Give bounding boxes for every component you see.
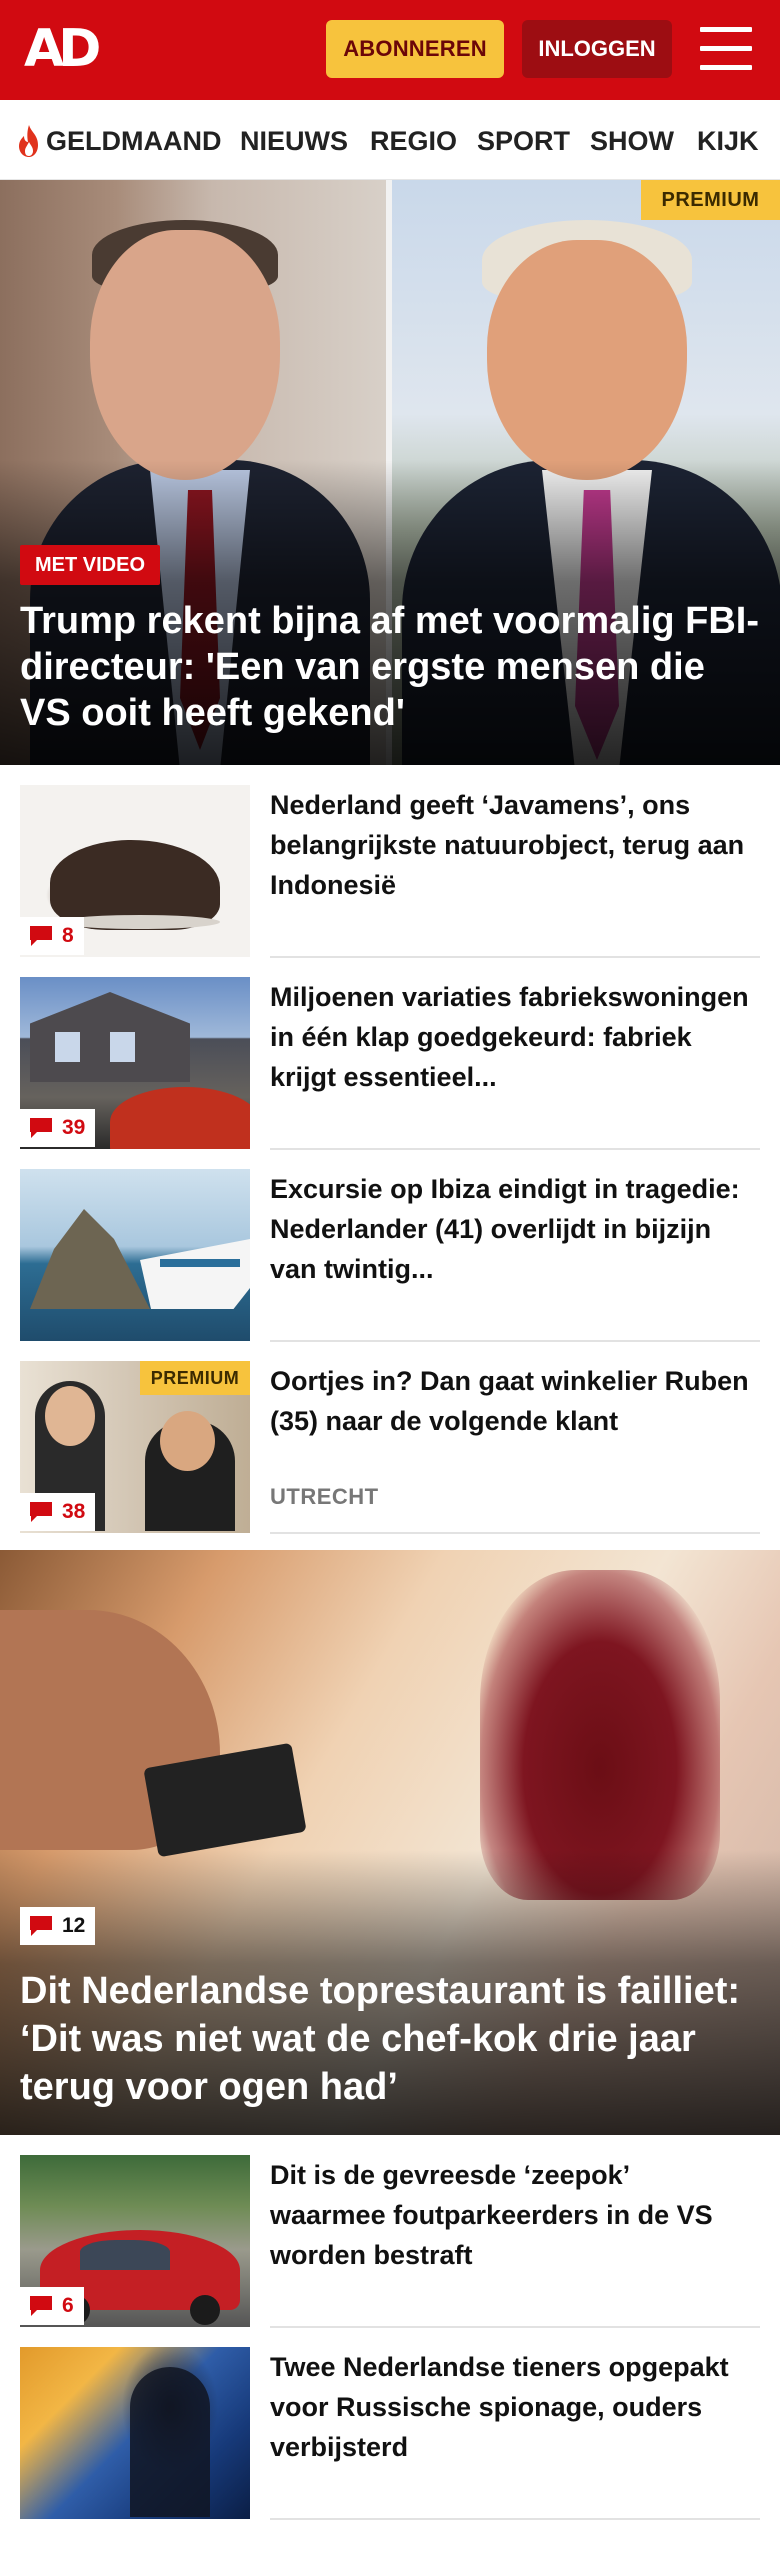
top-bar: AD ABONNEREN INLOGGEN: [0, 0, 780, 100]
region-label: UTRECHT: [270, 1484, 379, 1509]
nav-label: SHOW: [590, 125, 674, 156]
featured-headline[interactable]: Dit Nederlandse toprestaurant is faillie…: [20, 1967, 765, 2111]
nav-item-regio[interactable]: REGIO: [370, 124, 457, 158]
article-item[interactable]: 39 Miljoenen variaties fabriekswo­ningen…: [0, 957, 780, 1150]
article-headline[interactable]: Dit is de gevreesde ‘zeepok’ waarmee fou…: [270, 2155, 750, 2275]
comment-badge: 6: [20, 2287, 84, 2325]
nav-label: SPORT: [477, 125, 571, 156]
comment-badge: 12: [20, 1907, 96, 1945]
video-badge: MET VIDEO: [20, 545, 160, 585]
comment-icon: [30, 1916, 52, 1936]
hero-headline[interactable]: Trump rekent bijna af met voormalig FBI-…: [20, 598, 765, 736]
comment-icon: [30, 926, 52, 946]
comment-icon: [30, 1118, 52, 1138]
nav-label: NIEUWS: [240, 125, 348, 156]
article-headline[interactable]: Nederland geeft ‘Javamens’, ons belangri…: [270, 785, 750, 905]
featured-article[interactable]: 12 Dit Nederlandse toprestaurant is fail…: [0, 1550, 780, 2135]
nav-label: GELDMAAND: [46, 125, 222, 156]
article-headline[interactable]: Oortjes in? Dan gaat winkelier Ruben (35…: [270, 1361, 750, 1441]
comment-count: 39: [62, 1116, 86, 1139]
divider: [270, 2518, 760, 2520]
nav-item-kijk[interactable]: KIJK: [697, 124, 759, 158]
article-item[interactable]: 8 Nederland geeft ‘Javamens’, ons belang…: [0, 765, 780, 958]
nav-item-show[interactable]: SHOW: [590, 124, 674, 158]
article-thumbnail: [20, 2347, 250, 2519]
login-button[interactable]: INLOGGEN: [522, 20, 672, 78]
nav-item-sport[interactable]: SPORT: [477, 124, 570, 158]
divider: [270, 1532, 760, 1534]
nav-item-geldmaand[interactable]: GELDMAAND: [16, 124, 222, 158]
nav-label: REGIO: [370, 125, 458, 156]
article-item[interactable]: Excursie op Ibiza eindigt in tragedie: N…: [0, 1149, 780, 1342]
comment-badge: 8: [20, 917, 84, 955]
hero-article[interactable]: PREMIUM MET VIDEO Trump rekent bijna af …: [0, 180, 780, 765]
comment-count: 6: [62, 2294, 74, 2317]
article-item[interactable]: Twee Nederlandse tieners opgepakt voor R…: [0, 2327, 780, 2520]
menu-icon[interactable]: [700, 27, 752, 71]
comment-icon: [30, 2296, 52, 2316]
article-headline[interactable]: Twee Nederlandse tieners opgepakt voor R…: [270, 2347, 750, 2467]
article-thumbnail: [20, 1169, 250, 1341]
flame-icon: [19, 125, 38, 157]
section-nav: GELDMAAND NIEUWS REGIO SPORT SHOW KIJK: [0, 100, 780, 180]
comment-badge: 38: [20, 1493, 96, 1531]
article-headline[interactable]: Excursie op Ibiza eindigt in tragedie: N…: [270, 1169, 750, 1289]
ad-logo[interactable]: AD: [24, 20, 116, 78]
comment-icon: [30, 1502, 52, 1522]
premium-badge: PREMIUM: [641, 180, 780, 220]
comment-count: 38: [62, 1500, 86, 1523]
article-item[interactable]: PREMIUM 38 Oortjes in? Dan gaat winkelie…: [0, 1341, 780, 1534]
nav-label: KIJK: [697, 125, 759, 156]
comment-count: 12: [62, 1914, 86, 1937]
premium-badge: PREMIUM: [140, 1361, 250, 1395]
comment-badge: 39: [20, 1109, 96, 1147]
comment-count: 8: [62, 924, 74, 947]
nav-item-nieuws[interactable]: NIEUWS: [240, 124, 348, 158]
subscribe-button[interactable]: ABONNEREN: [326, 20, 504, 78]
article-headline[interactable]: Miljoenen variaties fabriekswo­ningen in…: [270, 977, 750, 1097]
article-item[interactable]: 6 Dit is de gevreesde ‘zeepok’ waarmee f…: [0, 2135, 780, 2328]
